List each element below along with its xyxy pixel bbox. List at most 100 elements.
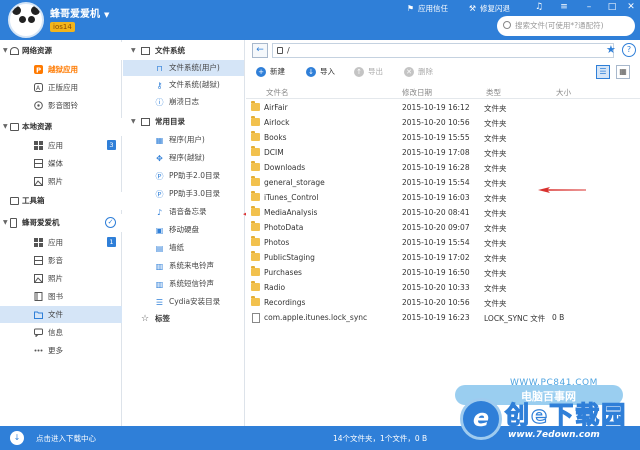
new-button[interactable]: + 新建 xyxy=(256,65,285,79)
sidebar-item-device-files[interactable]: 文件 xyxy=(0,306,122,323)
file-type: 文件夹 xyxy=(484,269,507,278)
tree-item-user-programs[interactable]: ▦ 程序(用户) xyxy=(123,132,244,148)
tree-item-mobile-disk[interactable]: ▣ 移动硬盘 xyxy=(123,222,244,238)
sidebar-item-device-more[interactable]: 更多 xyxy=(0,342,122,359)
list-view-button[interactable]: ☰ xyxy=(596,65,610,79)
tree-item-jailbreak-programs[interactable]: ✥ 程序(越狱) xyxy=(123,150,244,166)
tree-group-tags[interactable]: ☆ 标签 xyxy=(123,310,244,328)
file-name: com.apple.itunes.lock_sync xyxy=(264,313,368,322)
table-row[interactable]: PhotoData 2015-10-20 09:07 文件夹 xyxy=(246,220,640,235)
tree-item-voice-memos[interactable]: ♪ 语音备忘录 xyxy=(123,204,244,220)
back-button[interactable]: ← xyxy=(252,43,268,58)
device-name: 蜂哥爱爱机 xyxy=(50,9,100,20)
device-name-menu[interactable]: 蜂哥爱爱机 ▼ xyxy=(50,5,109,20)
sidebar-item-media-ringtones[interactable]: 影音图铃 xyxy=(0,97,122,114)
grid-view-button[interactable]: ▦ xyxy=(616,65,630,79)
sidebar-group-local[interactable]: ▼ 本地资源 xyxy=(0,118,122,136)
delete-button[interactable]: ✕ 删除 xyxy=(404,65,433,79)
tree-item-call-ringtones[interactable]: ▥ 系统来电铃声 xyxy=(123,258,244,274)
minimize-button[interactable]: – xyxy=(580,0,598,14)
help-icon[interactable]: ? xyxy=(622,43,636,57)
column-type[interactable]: 类型 xyxy=(486,87,501,98)
delete-label: 删除 xyxy=(418,67,433,76)
tree-item-user-filesystem[interactable]: ⊓ 文件系统(用户) xyxy=(123,60,244,76)
close-button[interactable]: ✕ xyxy=(622,0,640,14)
sidebar-item-device-books[interactable]: 图书 xyxy=(0,288,122,305)
folder-icon xyxy=(251,131,260,141)
tree-group-label: 常用目录 xyxy=(155,117,185,126)
device-avatar[interactable] xyxy=(8,2,44,38)
table-row[interactable]: PublicStaging 2015-10-19 17:02 文件夹 xyxy=(246,250,640,265)
tree-item-pp3-dir[interactable]: Ⓟ PP助手3.0目录 xyxy=(123,186,244,202)
table-row[interactable]: Photos 2015-10-19 15:54 文件夹 xyxy=(246,235,640,250)
table-row[interactable]: Books 2015-10-19 15:55 文件夹 xyxy=(246,130,640,145)
tree-item-pp2-dir[interactable]: Ⓟ PP助手2.0目录 xyxy=(123,168,244,184)
import-button[interactable]: ↓ 导入 xyxy=(306,65,335,79)
file-name: iTunes_Control xyxy=(264,193,319,202)
tree-group-common[interactable]: ▼ 常用目录 xyxy=(123,113,244,131)
table-row[interactable]: Purchases 2015-10-19 16:50 文件夹 xyxy=(246,265,640,280)
column-size[interactable]: 大小 xyxy=(556,87,571,98)
folder-icon xyxy=(251,221,260,231)
file-name: AirFair xyxy=(264,103,288,112)
tree-item-label: Cydia安装目录 xyxy=(169,297,221,306)
file-name: Downloads xyxy=(264,163,306,172)
tree-group-filesystem[interactable]: ▼ 文件系统 xyxy=(123,42,244,60)
media-icon xyxy=(34,101,43,110)
table-row[interactable]: Radio 2015-10-20 10:33 文件夹 xyxy=(246,280,640,295)
app-trust-icon: ⚑ xyxy=(406,4,415,13)
download-icon[interactable]: ↓ xyxy=(10,431,24,445)
sidebar-item-local-photos[interactable]: 照片 xyxy=(0,173,122,190)
sidebar-group-device[interactable]: ▼ 蜂哥爱爱机 ✓ xyxy=(0,214,122,232)
sidebar-group-network[interactable]: ▼ 网络资源 xyxy=(0,42,122,60)
sidebar-item-device-photos[interactable]: 照片 xyxy=(0,270,122,287)
app-trust-link[interactable]: ⚑ 应用信任 xyxy=(406,3,448,14)
table-row[interactable]: AirFair 2015-10-19 16:12 文件夹 xyxy=(246,100,640,115)
path-input[interactable]: / xyxy=(272,43,614,58)
table-row[interactable]: Recordings 2015-10-20 10:56 文件夹 xyxy=(246,295,640,310)
file-name: MediaAnalysis xyxy=(264,208,318,217)
column-date[interactable]: 修改日期 xyxy=(402,87,432,98)
table-row[interactable]: Downloads 2015-10-19 16:28 文件夹 xyxy=(246,160,640,175)
sidebar-item-label: 更多 xyxy=(48,346,63,355)
table-row[interactable]: com.apple.itunes.lock_sync 2015-10-19 16:… xyxy=(246,310,640,325)
status-summary: 14个文件夹，1个文件，0 B xyxy=(333,434,428,443)
version-badge: ios14 xyxy=(50,22,75,32)
sidebar-item-device-media[interactable]: 影音 xyxy=(0,252,122,269)
file-name: PublicStaging xyxy=(264,253,315,262)
folder-icon xyxy=(251,146,260,156)
music-icon[interactable]: ♫ xyxy=(530,0,548,14)
tree-item-cydia-dir[interactable]: ☰ Cydia安装目录 xyxy=(123,294,244,310)
tree-item-crash-logs[interactable]: ⓘ 崩溃日志 xyxy=(123,94,244,110)
sidebar-item-genuine-apps[interactable]: A 正版应用 xyxy=(0,79,122,96)
file-type: 文件夹 xyxy=(484,254,507,263)
maximize-button[interactable]: □ xyxy=(603,0,621,14)
tree-item-sms-ringtones[interactable]: ▥ 系统短信铃声 xyxy=(123,276,244,292)
download-center-link[interactable]: 点击进入下载中心 xyxy=(36,433,96,444)
sidebar-item-local-media[interactable]: 媒体 xyxy=(0,155,122,172)
sidebar-item-local-apps[interactable]: 应用 3 xyxy=(0,137,122,154)
folder-icon xyxy=(251,206,260,216)
menu-icon[interactable]: ≡ xyxy=(555,0,573,14)
export-button[interactable]: ↑ 导出 xyxy=(354,65,383,79)
tree-item-jailbreak-filesystem[interactable]: ⚷ 文件系统(越狱) xyxy=(123,77,244,93)
table-row[interactable]: MediaAnalysis 2015-10-20 08:41 文件夹 xyxy=(246,205,640,220)
table-row[interactable]: Airlock 2015-10-20 10:56 文件夹 xyxy=(246,115,640,130)
sidebar-item-device-apps[interactable]: 应用 1 xyxy=(0,234,122,251)
table-row[interactable]: DCIM 2015-10-19 17:08 文件夹 xyxy=(246,145,640,160)
search-input[interactable]: 搜索文件(可使用*?通配符) xyxy=(497,16,635,36)
file-name: Recordings xyxy=(264,298,306,307)
file-type: 文件夹 xyxy=(484,239,507,248)
monitor-icon xyxy=(141,47,150,55)
current-path: / xyxy=(287,46,290,55)
sidebar-group-toolbox[interactable]: 工具箱 xyxy=(0,192,122,210)
sidebar-group-label: 蜂哥爱爱机 xyxy=(22,218,60,227)
tree-item-wallpaper[interactable]: ▤ 墙纸 xyxy=(123,240,244,256)
favorite-star-icon[interactable]: ★ xyxy=(606,44,616,56)
export-icon: ↑ xyxy=(354,67,364,77)
sidebar-item-device-messages[interactable]: 信息 xyxy=(0,324,122,341)
sidebar-item-jailbreak-apps[interactable]: P 越狱应用 xyxy=(0,61,122,78)
fix-crash-link[interactable]: ⚒ 修复闪退 xyxy=(468,3,510,14)
file-name: PhotoData xyxy=(264,223,304,232)
column-name[interactable]: 文件名 xyxy=(266,87,289,98)
